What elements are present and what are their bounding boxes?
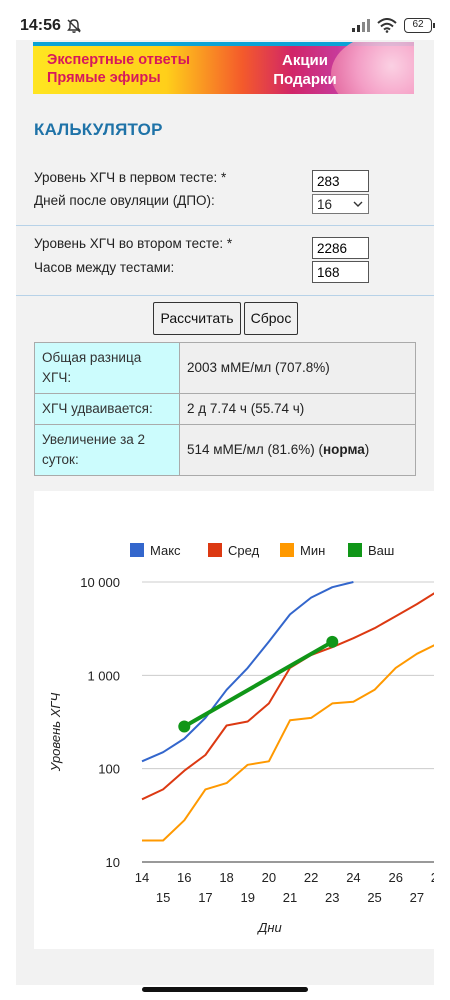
series-line-Сред <box>141 592 434 801</box>
second-test-input[interactable] <box>312 237 369 259</box>
banner-right-line: Подарки <box>273 71 337 88</box>
reset-button[interactable]: Сброс <box>244 302 298 335</box>
banner-left-line: Прямые эфиры <box>47 70 161 86</box>
x-tick-label: 27 <box>410 890 424 905</box>
result-status: норма <box>323 442 365 457</box>
section-divider <box>16 295 434 296</box>
result-value: 2 д 7.74 ч (55.74 ч) <box>179 393 416 425</box>
x-tick-label: 23 <box>325 890 339 905</box>
banner-right-text: Акции Подарки <box>265 51 345 89</box>
result-label: ХГЧ удваивается: <box>34 393 180 425</box>
legend-swatch <box>280 543 294 557</box>
legend-label: Мин <box>300 543 325 558</box>
banner-left-text: Экспертные ответы Прямые эфиры <box>47 51 190 87</box>
x-tick-label: 22 <box>304 870 318 885</box>
bell-muted-icon <box>67 19 81 33</box>
x-tick-label: 24 <box>346 870 360 885</box>
y-tick-label: 10 000 <box>80 575 120 590</box>
x-tick-label: 16 <box>177 870 191 885</box>
dpo-select[interactable]: 16 <box>312 194 369 214</box>
x-tick-label: 20 <box>262 870 276 885</box>
legend-label: Сред <box>228 543 260 558</box>
section-divider <box>16 225 434 226</box>
chart-svg: 10 100 1 000 10 000 14 15 16 17 18 19 20 21 22 23 24 25… <box>48 543 434 935</box>
dpo-select-value: 16 <box>317 197 333 212</box>
table-row: ХГЧ удваивается: 2 д 7.74 ч (55.74 ч) <box>34 393 416 425</box>
battery-icon: 62 <box>404 17 435 33</box>
result-label: Общая разница ХГЧ: <box>34 342 180 394</box>
calculator-title: КАЛЬКУЛЯТОР <box>34 120 163 139</box>
promo-banner[interactable]: Экспертные ответы Прямые эфиры Акции Под… <box>33 42 414 94</box>
hcg-chart: 10 100 1 000 10 000 14 15 16 17 18 19 20 21 22 23 24 25… <box>34 491 434 949</box>
chevron-down-icon <box>353 201 363 207</box>
hours-input[interactable] <box>312 261 369 283</box>
legend-label: Ваш <box>368 543 394 558</box>
status-bar: 14:56 62 <box>0 0 450 40</box>
result-value: 514 мМЕ/мл (81.6%) (норма) <box>179 424 416 476</box>
x-tick-label: 14 <box>135 870 149 885</box>
x-tick-label: 15 <box>156 890 170 905</box>
x-tick-label: 25 <box>367 890 381 905</box>
hours-label: Часов между тестами: <box>34 260 175 275</box>
first-test-input[interactable] <box>312 170 369 192</box>
table-row: Общая разница ХГЧ: 2003 мМЕ/мл (707.8%) <box>34 342 416 394</box>
y-tick-label: 10 <box>106 855 120 870</box>
banner-right-line: Акции <box>281 52 328 69</box>
status-icons: 62 <box>352 16 435 34</box>
calculate-button[interactable]: Рассчитать <box>153 302 241 335</box>
signal-icon <box>352 19 370 32</box>
y-tick-label: 100 <box>98 762 120 777</box>
results-table: Общая разница ХГЧ: 2003 мМЕ/мл (707.8%) … <box>34 342 416 476</box>
data-point <box>326 635 339 648</box>
legend-swatch <box>130 543 144 557</box>
result-value-text: 514 мМЕ/мл (81.6%) <box>187 442 315 457</box>
dpo-label: Дней после овуляции (ДПО): <box>34 193 215 208</box>
gesture-nav-bar[interactable] <box>142 987 308 992</box>
y-tick-label: 1 000 <box>87 668 120 683</box>
legend-label: Макс <box>150 543 181 558</box>
wifi-icon <box>377 17 397 33</box>
first-test-label: Уровень ХГЧ в первом тесте: * <box>34 170 227 185</box>
data-point <box>178 720 191 733</box>
y-axis-title: Уровень ХГЧ <box>48 693 63 773</box>
result-label: Увеличение за 2 суток: <box>34 424 180 476</box>
status-time: 14:56 <box>20 17 61 34</box>
x-tick-label: 19 <box>240 890 254 905</box>
legend-swatch <box>208 543 222 557</box>
x-tick-label: 18 <box>219 870 233 885</box>
second-test-label: Уровень ХГЧ во втором тесте: * <box>34 236 233 251</box>
page-content: Экспертные ответы Прямые эфиры Акции Под… <box>16 40 434 985</box>
result-value: 2003 мМЕ/мл (707.8%) <box>179 342 416 394</box>
series-line-Макс <box>141 581 354 763</box>
x-tick-label: 17 <box>198 890 212 905</box>
x-tick-label: 21 <box>283 890 297 905</box>
banner-left-line: Экспертные ответы <box>47 52 190 68</box>
legend-swatch <box>348 543 362 557</box>
x-axis-title: Дни <box>256 920 282 935</box>
x-tick-label: 26 <box>388 870 402 885</box>
table-row: Увеличение за 2 суток: 514 мМЕ/мл (81.6%… <box>34 424 416 476</box>
x-tick-label: 28 <box>431 870 434 885</box>
